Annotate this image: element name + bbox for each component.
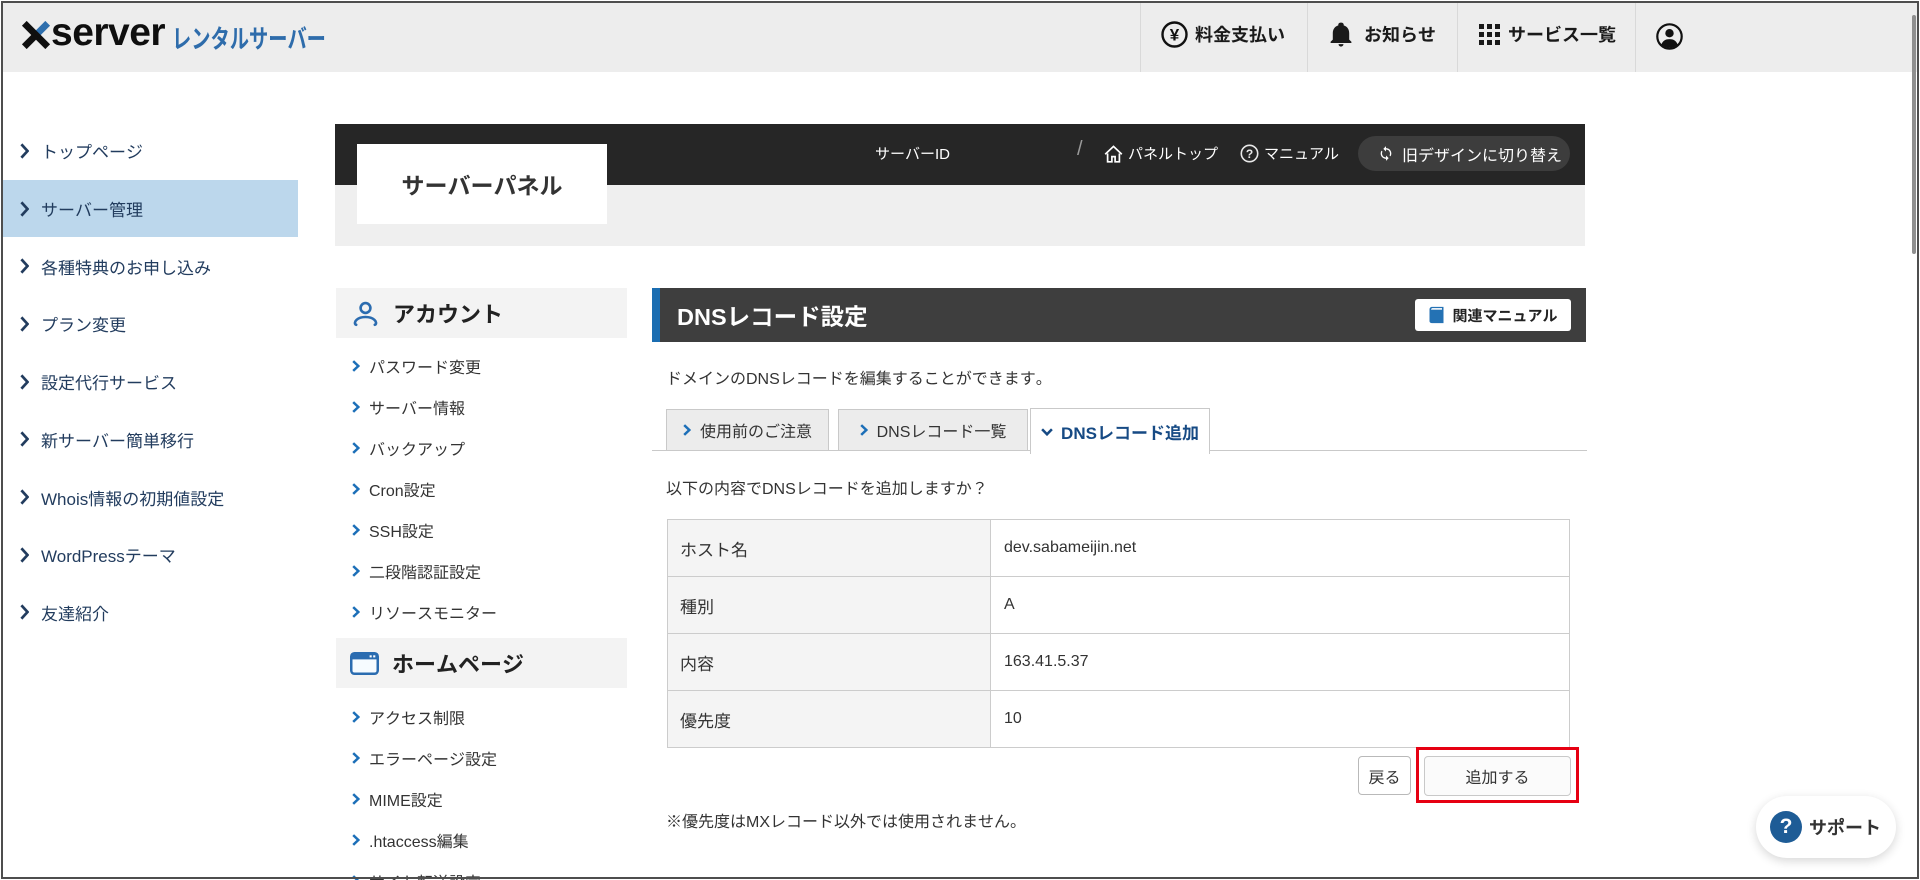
svg-text:¥: ¥: [1170, 25, 1180, 44]
svg-text:?: ?: [1246, 147, 1253, 161]
